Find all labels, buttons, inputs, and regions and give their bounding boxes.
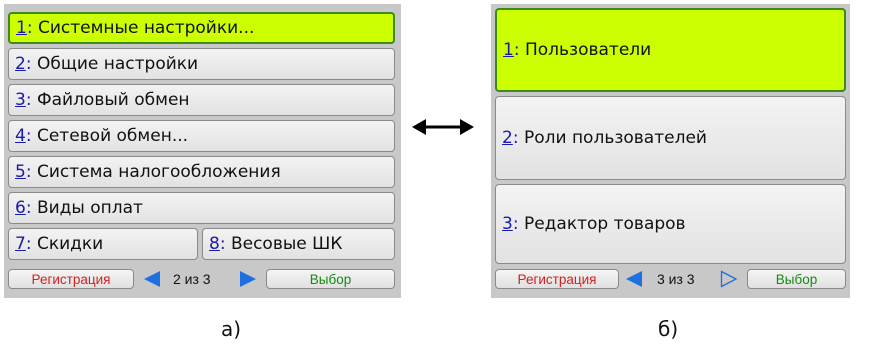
next-page-disabled-icon xyxy=(720,270,738,288)
menu-item-users[interactable]: 1: Пользователи xyxy=(495,8,846,92)
item-number: 6 xyxy=(15,197,26,218)
item-label: Виды оплат xyxy=(36,197,143,218)
menu-item-network-exchange[interactable]: 4: Сетевой обмен... xyxy=(8,120,395,152)
item-number: 2 xyxy=(502,127,513,148)
item-number: 8 xyxy=(209,233,220,254)
item-separator: : xyxy=(512,213,519,234)
register-button[interactable]: Регистрация xyxy=(495,269,619,289)
menu-item-weight-barcodes[interactable]: 8: Весовые ШК xyxy=(202,228,395,260)
menu-item-product-editor[interactable]: 3: Редактор товаров xyxy=(495,184,846,264)
item-separator: : xyxy=(219,233,226,254)
item-label: Редактор товаров xyxy=(523,213,686,234)
menu-item-payment-types[interactable]: 6: Виды оплат xyxy=(8,192,395,224)
menu-item-system-settings[interactable]: 1: Системные настройки... xyxy=(8,12,395,44)
select-button[interactable]: Выбор xyxy=(747,269,846,289)
item-number: 1 xyxy=(503,39,514,60)
page-indicator: 2 из 3 xyxy=(173,271,211,287)
prev-page-icon[interactable] xyxy=(624,270,644,288)
item-number: 3 xyxy=(15,89,26,110)
item-label: Весовые ШК xyxy=(230,233,343,254)
item-separator: : xyxy=(512,127,519,148)
item-label: Системные настройки... xyxy=(37,17,255,38)
item-separator: : xyxy=(25,125,32,146)
menu-screen-a: 1: Системные настройки... 2: Общие настр… xyxy=(4,4,401,298)
menu-item-discounts[interactable]: 7: Скидки xyxy=(8,228,198,260)
item-label: Пользователи xyxy=(524,39,652,60)
select-button[interactable]: Выбор xyxy=(266,269,395,289)
item-separator: : xyxy=(25,197,32,218)
item-number: 3 xyxy=(502,213,513,234)
item-number: 7 xyxy=(15,233,26,254)
item-number: 2 xyxy=(15,53,26,74)
item-separator: : xyxy=(25,161,32,182)
prev-page-icon[interactable] xyxy=(142,270,162,288)
item-separator: : xyxy=(25,89,32,110)
item-separator: : xyxy=(513,39,520,60)
register-button[interactable]: Регистрация xyxy=(8,269,134,289)
item-label: Сетевой обмен... xyxy=(36,125,189,146)
menu-item-general-settings[interactable]: 2: Общие настройки xyxy=(8,48,395,80)
item-label: Скидки xyxy=(36,233,104,254)
menu-item-file-exchange[interactable]: 3: Файловый обмен xyxy=(8,84,395,116)
item-separator: : xyxy=(25,53,32,74)
menu-screen-b: 1: Пользователи 2: Роли пользователей 3:… xyxy=(491,4,850,298)
double-headed-arrow-icon xyxy=(412,119,474,135)
caption-b: б) xyxy=(658,317,679,341)
next-page-icon[interactable] xyxy=(238,270,258,288)
menu-item-tax-system[interactable]: 5: Система налогообложения xyxy=(8,156,395,188)
item-label: Общие настройки xyxy=(36,53,199,74)
item-label: Роли пользователей xyxy=(523,127,707,148)
item-label: Файловый обмен xyxy=(36,89,190,110)
item-number: 1 xyxy=(16,17,27,38)
caption-a: а) xyxy=(221,317,242,341)
item-number: 5 xyxy=(15,161,26,182)
item-separator: : xyxy=(26,17,33,38)
item-number: 4 xyxy=(15,125,26,146)
item-separator: : xyxy=(25,233,32,254)
item-label: Система налогообложения xyxy=(36,161,281,182)
menu-item-user-roles[interactable]: 2: Роли пользователей xyxy=(495,96,846,180)
page-indicator: 3 из 3 xyxy=(657,271,695,287)
